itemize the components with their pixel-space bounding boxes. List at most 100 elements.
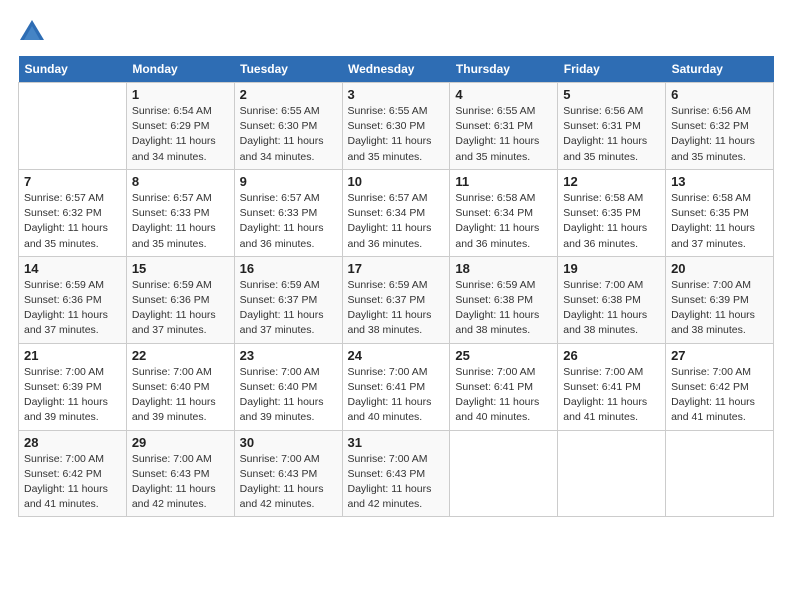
day-cell: 11 Sunrise: 6:58 AMSunset: 6:34 PMDayligh… bbox=[450, 169, 558, 256]
day-detail: Sunrise: 7:00 AMSunset: 6:40 PMDaylight:… bbox=[240, 365, 337, 426]
day-detail: Sunrise: 7:00 AMSunset: 6:41 PMDaylight:… bbox=[563, 365, 660, 426]
day-cell: 10 Sunrise: 6:57 AMSunset: 6:34 PMDayligh… bbox=[342, 169, 450, 256]
day-number: 2 bbox=[240, 87, 337, 102]
day-number: 27 bbox=[671, 348, 768, 363]
week-row-5: 28Sunrise: 7:00 AMSunset: 6:42 PMDayligh… bbox=[19, 430, 774, 517]
day-number: 10 bbox=[348, 174, 445, 189]
day-number: 24 bbox=[348, 348, 445, 363]
day-detail: Sunrise: 7:00 AMSunset: 6:43 PMDaylight:… bbox=[240, 452, 337, 513]
day-number: 11 bbox=[455, 174, 552, 189]
day-detail: Sunrise: 7:00 AMSunset: 6:43 PMDaylight:… bbox=[132, 452, 229, 513]
day-cell: 1 Sunrise: 6:54 AMSunset: 6:29 PMDaylight… bbox=[126, 83, 234, 170]
day-cell: 16 Sunrise: 6:59 AMSunset: 6:37 PMDayligh… bbox=[234, 256, 342, 343]
day-cell: 18Sunrise: 6:59 AMSunset: 6:38 PMDayligh… bbox=[450, 256, 558, 343]
day-number: 16 bbox=[240, 261, 337, 276]
day-cell: 17 Sunrise: 6:59 AMSunset: 6:37 PMDayligh… bbox=[342, 256, 450, 343]
day-cell: 14 Sunrise: 6:59 AMSunset: 6:36 PMDayligh… bbox=[19, 256, 127, 343]
week-row-3: 14 Sunrise: 6:59 AMSunset: 6:36 PMDayligh… bbox=[19, 256, 774, 343]
day-number: 1 bbox=[132, 87, 229, 102]
week-row-2: 7 Sunrise: 6:57 AMSunset: 6:32 PMDaylight… bbox=[19, 169, 774, 256]
day-detail: Sunrise: 6:55 AMSunset: 6:31 PMDaylight:… bbox=[455, 104, 552, 165]
day-number: 29 bbox=[132, 435, 229, 450]
day-detail: Sunrise: 6:57 AMSunset: 6:34 PMDaylight:… bbox=[348, 191, 445, 252]
col-header-friday: Friday bbox=[558, 56, 666, 83]
day-detail: Sunrise: 6:59 AMSunset: 6:37 PMDaylight:… bbox=[240, 278, 337, 339]
day-number: 22 bbox=[132, 348, 229, 363]
day-cell: 26 Sunrise: 7:00 AMSunset: 6:41 PMDayligh… bbox=[558, 343, 666, 430]
day-cell: 5 Sunrise: 6:56 AMSunset: 6:31 PMDaylight… bbox=[558, 83, 666, 170]
calendar-header-row: SundayMondayTuesdayWednesdayThursdayFrid… bbox=[19, 56, 774, 83]
day-detail: Sunrise: 6:56 AMSunset: 6:31 PMDaylight:… bbox=[563, 104, 660, 165]
day-number: 25 bbox=[455, 348, 552, 363]
day-cell bbox=[19, 83, 127, 170]
day-cell: 27Sunrise: 7:00 AMSunset: 6:42 PMDayligh… bbox=[666, 343, 774, 430]
day-detail: Sunrise: 6:58 AMSunset: 6:34 PMDaylight:… bbox=[455, 191, 552, 252]
day-detail: Sunrise: 6:59 AMSunset: 6:36 PMDaylight:… bbox=[24, 278, 121, 339]
day-detail: Sunrise: 6:59 AMSunset: 6:38 PMDaylight:… bbox=[455, 278, 552, 339]
col-header-wednesday: Wednesday bbox=[342, 56, 450, 83]
col-header-sunday: Sunday bbox=[19, 56, 127, 83]
week-row-4: 21Sunrise: 7:00 AMSunset: 6:39 PMDayligh… bbox=[19, 343, 774, 430]
day-number: 21 bbox=[24, 348, 121, 363]
day-cell: 3 Sunrise: 6:55 AMSunset: 6:30 PMDaylight… bbox=[342, 83, 450, 170]
day-number: 8 bbox=[132, 174, 229, 189]
day-cell: 20 Sunrise: 7:00 AMSunset: 6:39 PMDayligh… bbox=[666, 256, 774, 343]
day-number: 31 bbox=[348, 435, 445, 450]
col-header-thursday: Thursday bbox=[450, 56, 558, 83]
day-detail: Sunrise: 6:54 AMSunset: 6:29 PMDaylight:… bbox=[132, 104, 229, 165]
day-detail: Sunrise: 6:59 AMSunset: 6:36 PMDaylight:… bbox=[132, 278, 229, 339]
day-detail: Sunrise: 6:59 AMSunset: 6:37 PMDaylight:… bbox=[348, 278, 445, 339]
col-header-monday: Monday bbox=[126, 56, 234, 83]
day-cell: 2 Sunrise: 6:55 AMSunset: 6:30 PMDaylight… bbox=[234, 83, 342, 170]
day-cell: 30 Sunrise: 7:00 AMSunset: 6:43 PMDayligh… bbox=[234, 430, 342, 517]
day-number: 7 bbox=[24, 174, 121, 189]
header bbox=[18, 18, 774, 46]
day-cell: 7 Sunrise: 6:57 AMSunset: 6:32 PMDaylight… bbox=[19, 169, 127, 256]
day-number: 13 bbox=[671, 174, 768, 189]
day-cell: 8 Sunrise: 6:57 AMSunset: 6:33 PMDaylight… bbox=[126, 169, 234, 256]
day-number: 4 bbox=[455, 87, 552, 102]
day-number: 6 bbox=[671, 87, 768, 102]
day-detail: Sunrise: 6:57 AMSunset: 6:33 PMDaylight:… bbox=[240, 191, 337, 252]
day-detail: Sunrise: 6:55 AMSunset: 6:30 PMDaylight:… bbox=[348, 104, 445, 165]
logo-icon bbox=[18, 18, 46, 46]
day-detail: Sunrise: 7:00 AMSunset: 6:43 PMDaylight:… bbox=[348, 452, 445, 513]
day-number: 20 bbox=[671, 261, 768, 276]
day-detail: Sunrise: 7:00 AMSunset: 6:39 PMDaylight:… bbox=[671, 278, 768, 339]
day-cell bbox=[666, 430, 774, 517]
day-detail: Sunrise: 6:57 AMSunset: 6:32 PMDaylight:… bbox=[24, 191, 121, 252]
day-number: 30 bbox=[240, 435, 337, 450]
day-cell: 6 Sunrise: 6:56 AMSunset: 6:32 PMDaylight… bbox=[666, 83, 774, 170]
day-number: 17 bbox=[348, 261, 445, 276]
day-cell: 28Sunrise: 7:00 AMSunset: 6:42 PMDayligh… bbox=[19, 430, 127, 517]
day-number: 14 bbox=[24, 261, 121, 276]
day-detail: Sunrise: 6:56 AMSunset: 6:32 PMDaylight:… bbox=[671, 104, 768, 165]
col-header-tuesday: Tuesday bbox=[234, 56, 342, 83]
day-cell: 13 Sunrise: 6:58 AMSunset: 6:35 PMDayligh… bbox=[666, 169, 774, 256]
day-number: 26 bbox=[563, 348, 660, 363]
day-detail: Sunrise: 7:00 AMSunset: 6:40 PMDaylight:… bbox=[132, 365, 229, 426]
day-cell: 25 Sunrise: 7:00 AMSunset: 6:41 PMDayligh… bbox=[450, 343, 558, 430]
day-number: 19 bbox=[563, 261, 660, 276]
day-cell: 19 Sunrise: 7:00 AMSunset: 6:38 PMDayligh… bbox=[558, 256, 666, 343]
day-number: 5 bbox=[563, 87, 660, 102]
page: SundayMondayTuesdayWednesdayThursdayFrid… bbox=[0, 0, 792, 527]
day-detail: Sunrise: 7:00 AMSunset: 6:38 PMDaylight:… bbox=[563, 278, 660, 339]
day-detail: Sunrise: 6:58 AMSunset: 6:35 PMDaylight:… bbox=[671, 191, 768, 252]
logo bbox=[18, 18, 50, 46]
day-cell: 21Sunrise: 7:00 AMSunset: 6:39 PMDayligh… bbox=[19, 343, 127, 430]
day-number: 12 bbox=[563, 174, 660, 189]
day-detail: Sunrise: 6:57 AMSunset: 6:33 PMDaylight:… bbox=[132, 191, 229, 252]
day-cell: 15Sunrise: 6:59 AMSunset: 6:36 PMDayligh… bbox=[126, 256, 234, 343]
col-header-saturday: Saturday bbox=[666, 56, 774, 83]
day-detail: Sunrise: 6:55 AMSunset: 6:30 PMDaylight:… bbox=[240, 104, 337, 165]
day-cell bbox=[558, 430, 666, 517]
day-number: 28 bbox=[24, 435, 121, 450]
day-number: 9 bbox=[240, 174, 337, 189]
day-cell bbox=[450, 430, 558, 517]
day-number: 3 bbox=[348, 87, 445, 102]
day-cell: 23 Sunrise: 7:00 AMSunset: 6:40 PMDayligh… bbox=[234, 343, 342, 430]
day-cell: 12Sunrise: 6:58 AMSunset: 6:35 PMDayligh… bbox=[558, 169, 666, 256]
day-number: 23 bbox=[240, 348, 337, 363]
day-detail: Sunrise: 7:00 AMSunset: 6:41 PMDaylight:… bbox=[455, 365, 552, 426]
